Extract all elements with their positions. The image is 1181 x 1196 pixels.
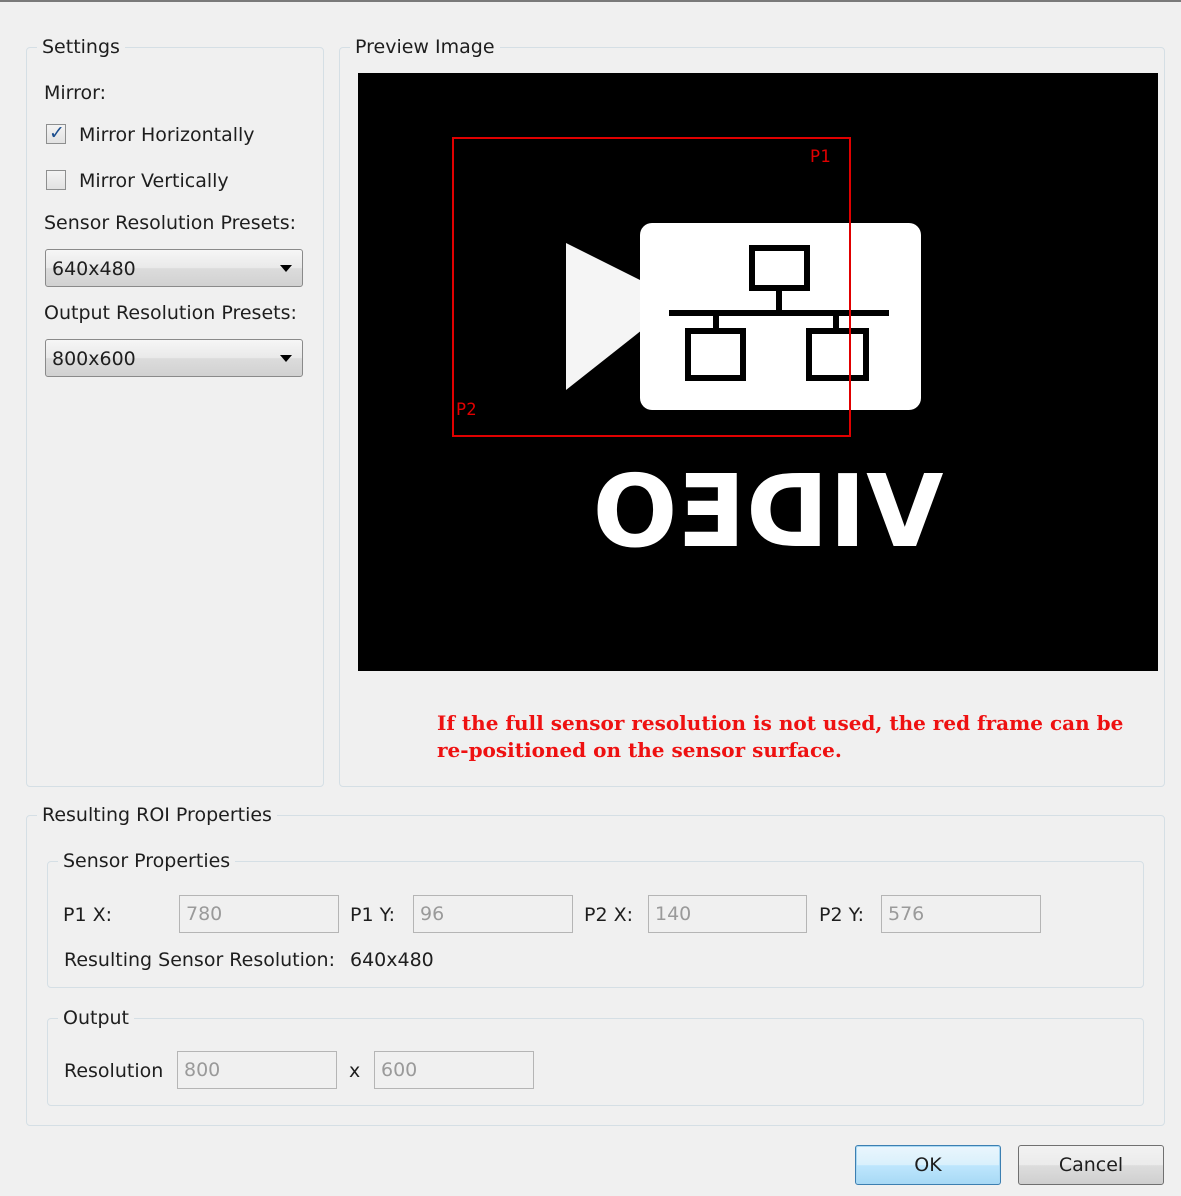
output-resolution-label: Resolution [64, 1060, 164, 1082]
reposition-note: If the full sensor resolution is not use… [437, 711, 1124, 762]
output-presets-label: Output Resolution Presets: [44, 302, 297, 324]
resulting-sensor-label: Resulting Sensor Resolution: [64, 949, 335, 971]
output-x-label: x [349, 1060, 361, 1082]
mirror-label: Mirror: [44, 82, 107, 104]
preview-title: Preview Image [350, 34, 500, 60]
mirror-horizontal-label[interactable]: Mirror Horizontally [79, 124, 255, 146]
checkmark-icon: ✓ [49, 122, 65, 144]
roi-properties-title: Resulting ROI Properties [37, 802, 277, 828]
roi-p1-label: P1 [810, 147, 831, 167]
mirror-horizontal-checkbox[interactable]: ✓ [46, 122, 66, 144]
sensor-presets-value: 640x480 [52, 258, 136, 280]
output-presets-value: 800x600 [52, 348, 136, 370]
p1y-label: P1 Y: [350, 904, 396, 926]
preview-image[interactable]: VIDEO P1 P2 [358, 73, 1158, 671]
mirror-vertical-checkbox[interactable] [46, 170, 66, 190]
p2x-field[interactable]: 140 [648, 895, 807, 933]
output-presets-combo[interactable]: 800x600 [45, 339, 303, 377]
cancel-button[interactable]: Cancel [1018, 1145, 1164, 1185]
video-logo-text: VIDEO [593, 453, 944, 570]
settings-title: Settings [37, 34, 125, 60]
output-height-field[interactable]: 600 [374, 1051, 534, 1089]
resulting-sensor-value: 640x480 [350, 949, 434, 971]
output-width-field[interactable]: 800 [177, 1051, 337, 1089]
p2x-label: P2 X: [584, 904, 634, 926]
p1x-field[interactable]: 780 [179, 895, 339, 933]
p1x-label: P1 X: [63, 904, 113, 926]
dropdown-arrow-icon [280, 355, 292, 362]
settings-group: Settings [26, 34, 324, 787]
sensor-properties-title: Sensor Properties [58, 848, 236, 874]
p2y-label: P2 Y: [819, 904, 865, 926]
output-title: Output [58, 1005, 134, 1031]
p1y-field[interactable]: 96 [413, 895, 573, 933]
window-top-border [0, 0, 1181, 10]
sensor-presets-combo[interactable]: 640x480 [45, 249, 303, 287]
sensor-presets-label: Sensor Resolution Presets: [44, 212, 297, 234]
p2y-field[interactable]: 576 [881, 895, 1041, 933]
roi-frame[interactable] [452, 137, 851, 437]
roi-p2-label: P2 [456, 400, 477, 420]
mirror-vertical-label[interactable]: Mirror Vertically [79, 170, 229, 192]
ok-button[interactable]: OK [855, 1145, 1001, 1185]
dropdown-arrow-icon [280, 265, 292, 272]
